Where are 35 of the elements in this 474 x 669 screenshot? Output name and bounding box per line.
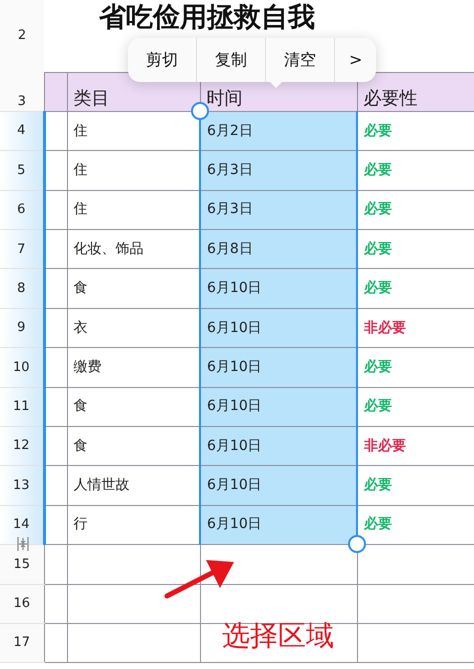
- table-cell: 6月10日: [200, 308, 357, 348]
- row-number: 15: [0, 544, 44, 584]
- arrow: [164, 560, 234, 598]
- column-header: 必要性: [357, 72, 474, 112]
- row-number: 17: [0, 623, 44, 663]
- table-cell: 6月2日: [200, 111, 357, 151]
- table-cell: 6月3日: [200, 190, 357, 230]
- row-number: 11: [0, 387, 44, 427]
- row-number: 7: [0, 230, 44, 269]
- row-number: 13: [0, 466, 44, 506]
- menu-item[interactable]: 复制: [197, 38, 266, 82]
- selection-handle[interactable]: [348, 535, 366, 553]
- annotation-text: 选择区域: [222, 622, 334, 650]
- row-number: 2: [0, 0, 44, 72]
- table-cell: 6月10日: [200, 348, 357, 388]
- row-number: 6: [0, 190, 44, 230]
- row-number: 16: [0, 584, 44, 624]
- row-number: 5: [0, 150, 44, 190]
- row-number: 12: [0, 426, 44, 466]
- row-number: 3: [0, 72, 44, 112]
- row-number: 9: [0, 308, 44, 348]
- row-number: 10: [0, 348, 44, 388]
- table-cell: 6月10日: [200, 466, 357, 506]
- row-number: 14: [0, 505, 44, 545]
- menu-item[interactable]: 剪切: [128, 38, 197, 82]
- row-number: 4: [0, 111, 44, 151]
- table-cell: 6月10日: [200, 505, 357, 545]
- resize-icon[interactable]: [17, 537, 29, 551]
- table-cell: 6月10日: [200, 268, 357, 308]
- table-cell: 6月10日: [200, 426, 357, 466]
- sheet-title: 省吃俭用拯救自我: [99, 2, 315, 34]
- table-cell: 6月8日: [200, 230, 357, 269]
- row-number: 8: [0, 268, 44, 308]
- table-cell: 6月3日: [200, 150, 357, 190]
- table-cell: 6月10日: [200, 387, 357, 427]
